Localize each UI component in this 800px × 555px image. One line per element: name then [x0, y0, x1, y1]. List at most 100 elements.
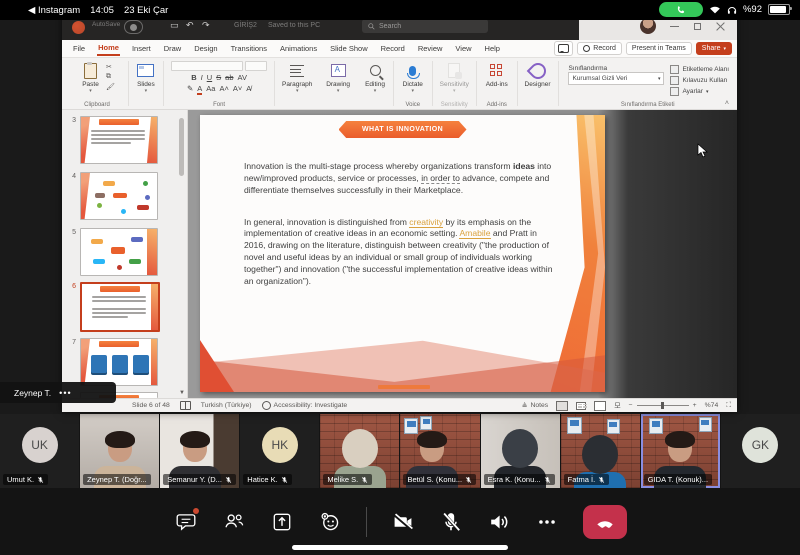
participant-tile-melike[interactable]: Melike S. [320, 414, 399, 488]
copy-button[interactable]: ⧉ [106, 73, 115, 81]
font-color-button[interactable]: A [197, 84, 202, 95]
labeling-area-button[interactable]: Etiketleme Alanı [670, 65, 729, 74]
zoom-percent[interactable]: %74 [705, 402, 719, 409]
hang-up-button[interactable] [583, 505, 627, 539]
font-name-select[interactable] [171, 61, 243, 71]
underline-button[interactable]: U [207, 73, 212, 82]
change-case-button[interactable]: Aa [206, 84, 215, 93]
current-slide-canvas[interactable]: WHAT IS INNOVATION Innovation is the mul… [200, 115, 605, 392]
more-options-button[interactable] [535, 510, 559, 534]
tab-review[interactable]: Review [417, 42, 444, 55]
tab-record[interactable]: Record [380, 42, 406, 55]
close-button[interactable] [716, 22, 725, 31]
tab-draw[interactable]: Draw [163, 42, 183, 55]
mic-off-button[interactable] [439, 510, 463, 534]
zoom-slider[interactable]: − + [629, 402, 697, 409]
maximize-button[interactable] [693, 22, 702, 31]
speaker-button[interactable] [487, 510, 511, 534]
addins-button[interactable]: Add-ins [483, 61, 511, 89]
slide-thumbnail-4[interactable] [80, 172, 158, 220]
slide-sorter-view-button[interactable] [576, 402, 586, 410]
tab-help[interactable]: Help [484, 42, 501, 55]
chat-button[interactable] [174, 510, 198, 534]
cut-button[interactable]: ✂ [106, 63, 115, 71]
tab-home[interactable]: Home [97, 41, 120, 56]
amabile-link[interactable]: Amabile [459, 228, 490, 239]
char-spacing-button[interactable]: AV [238, 73, 247, 82]
format-painter-button[interactable]: 🖌 [106, 83, 115, 91]
shrink-font-button[interactable]: A˅ [233, 84, 242, 93]
undo-icon[interactable]: ↶ [186, 20, 194, 31]
tab-insert[interactable]: Insert [131, 42, 152, 55]
accessibility-status[interactable]: Accessibility: Investigate [262, 401, 348, 410]
paragraph-button[interactable]: Paragraph▾ [279, 61, 315, 94]
presenter-more-button[interactable]: ••• [59, 388, 71, 398]
scroll-down-arrow[interactable]: ▼ [179, 390, 185, 396]
participant-tile-gk[interactable]: GK [721, 414, 800, 488]
participant-tile-fatma[interactable]: Fatma İ. [561, 414, 640, 488]
zoom-in-icon[interactable]: + [693, 402, 697, 409]
text-shadow-button[interactable]: ab [225, 73, 233, 82]
tab-transitions[interactable]: Transitions [230, 42, 268, 55]
camera-off-button[interactable] [391, 510, 415, 534]
search-box[interactable]: Search [362, 19, 488, 33]
designer-button[interactable]: Designer [522, 61, 554, 89]
share-screen-button[interactable] [270, 510, 294, 534]
account-avatar[interactable] [640, 18, 656, 34]
back-to-app-link[interactable]: ◀ Instagram [28, 5, 80, 16]
dictate-button[interactable]: Dictate▾ [400, 61, 426, 94]
settings-button[interactable]: Ayarlar▾ [670, 87, 729, 96]
comments-button[interactable] [554, 41, 573, 56]
slideshow-view-button[interactable]: 모 [614, 401, 620, 411]
grow-font-button[interactable]: A˄ [219, 84, 228, 93]
tab-slide-show[interactable]: Slide Show [329, 42, 369, 55]
participants-button[interactable] [222, 510, 246, 534]
participant-tile-gida-active-speaker[interactable]: GIDA T. (Konuk)... [641, 414, 720, 488]
reactions-button[interactable] [318, 510, 342, 534]
minimize-button[interactable] [670, 22, 679, 31]
normal-view-button[interactable] [556, 401, 568, 411]
participant-tile-umut[interactable]: UK Umut K. [0, 414, 79, 488]
collapse-ribbon-chevron[interactable]: ˄ [725, 100, 729, 107]
saved-status[interactable]: Saved to this PC [268, 22, 320, 29]
present-in-teams-button[interactable]: Present in Teams [626, 42, 692, 55]
participant-tile-zeynep[interactable]: Zeynep T. (Doğr... [80, 414, 159, 488]
home-indicator[interactable] [292, 545, 508, 550]
editing-button[interactable]: Editing▾ [362, 61, 388, 94]
slide-thumbnail-7[interactable] [80, 338, 158, 386]
use-guide-button[interactable]: Kılavuzu Kullan [670, 76, 729, 85]
spellcheck-icon[interactable] [180, 401, 191, 410]
share-button[interactable]: Share▾ [696, 42, 732, 55]
font-size-select[interactable] [245, 61, 267, 71]
language-indicator[interactable]: Turkish (Türkiye) [201, 402, 252, 409]
participant-tile-esra[interactable]: Esra K. (Konu... [481, 414, 560, 488]
fit-to-window-icon[interactable]: ⛶ [726, 402, 731, 410]
clear-formatting-button[interactable]: A̸ [246, 84, 251, 93]
presenter-name-overlay[interactable]: Zeynep T. ••• [0, 382, 116, 403]
bold-button[interactable]: B [191, 73, 196, 82]
paste-button[interactable]: Paste▾ [79, 61, 102, 94]
participant-tile-betul[interactable]: Betül S. (Konu... [400, 414, 479, 488]
text-highlight-button[interactable]: ✎ [187, 84, 193, 93]
slide-thumbnail-3[interactable] [80, 116, 158, 164]
participant-tile-hatice[interactable]: HK Hatice K. [240, 414, 319, 488]
drawing-button[interactable]: Drawing▾ [323, 61, 353, 94]
italic-button[interactable]: I [201, 73, 203, 82]
strikethrough-button[interactable]: S [216, 73, 221, 82]
participant-tile-semanur[interactable]: Semanur Y. (D... [160, 414, 239, 488]
zoom-handle[interactable] [661, 402, 664, 409]
tab-animations[interactable]: Animations [279, 42, 318, 55]
tab-view[interactable]: View [454, 42, 472, 55]
slide-thumbnail-6-selected[interactable] [80, 282, 160, 332]
record-button[interactable]: Record [577, 42, 622, 55]
tab-design[interactable]: Design [193, 42, 218, 55]
classification-dropdown[interactable]: Kurumsal Gizli Veri ▾ [568, 72, 664, 85]
notes-toggle[interactable]: ≜Notes [522, 402, 548, 410]
creativity-link[interactable]: creativity [409, 217, 443, 228]
zoom-out-icon[interactable]: − [629, 402, 633, 409]
zoom-track[interactable] [637, 405, 689, 406]
autosave-toggle[interactable] [124, 20, 143, 34]
redo-icon[interactable]: ↷ [202, 20, 210, 31]
tab-file[interactable]: File [72, 42, 86, 55]
thumbnail-scrollbar[interactable] [179, 118, 184, 176]
